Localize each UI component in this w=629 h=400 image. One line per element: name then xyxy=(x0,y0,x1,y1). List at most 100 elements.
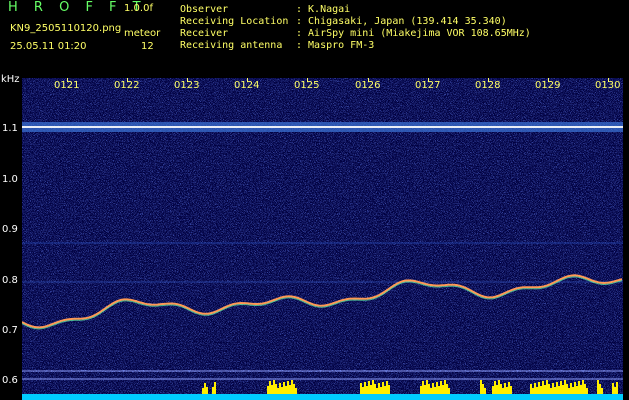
activity-bar xyxy=(269,381,271,394)
activity-bar xyxy=(570,383,572,394)
activity-bar xyxy=(287,381,289,394)
activity-bar xyxy=(271,385,273,394)
activity-bar xyxy=(536,387,538,394)
activity-bar xyxy=(500,384,502,394)
activity-bar xyxy=(498,380,500,394)
activity-bar xyxy=(532,388,534,394)
activity-bar xyxy=(388,385,390,394)
activity-bar xyxy=(422,381,424,394)
activity-bar xyxy=(580,385,582,394)
y-tick-label: 0.7 xyxy=(2,325,18,336)
activity-bar xyxy=(496,385,498,394)
activity-bar xyxy=(566,384,568,394)
time-tick-mark xyxy=(548,78,549,82)
activity-bar xyxy=(552,383,554,394)
time-tick-mark xyxy=(307,78,308,82)
activity-bar xyxy=(295,388,297,394)
activity-bar xyxy=(482,384,484,394)
activity-bar xyxy=(578,381,580,394)
activity-bar xyxy=(494,381,496,394)
activity-bar xyxy=(202,388,204,394)
activity-bar xyxy=(560,381,562,394)
time-tick-mark xyxy=(428,78,429,82)
activity-bar xyxy=(374,384,376,394)
spectrogram-plot xyxy=(22,78,623,400)
filename-label: KN9_2505110120.png xyxy=(10,23,122,34)
activity-bar xyxy=(442,385,444,394)
activity-bar xyxy=(438,386,440,394)
activity-bar xyxy=(504,383,506,394)
activity-bar xyxy=(564,380,566,394)
activity-bar xyxy=(420,386,422,394)
activity-bar xyxy=(440,381,442,394)
activity-bar xyxy=(293,384,295,394)
activity-bar xyxy=(289,385,291,394)
activity-bar xyxy=(562,385,564,394)
activity-bar xyxy=(277,388,279,394)
activity-bar xyxy=(360,383,362,394)
activity-bar xyxy=(542,381,544,394)
activity-bar xyxy=(291,380,293,394)
y-tick-label: 0.9 xyxy=(2,224,18,235)
activity-bar xyxy=(380,387,382,394)
activity-bar xyxy=(506,387,508,394)
location-label: Receiving Location xyxy=(180,16,289,27)
activity-bar xyxy=(502,388,504,394)
activity-bar xyxy=(432,383,434,394)
activity-bar xyxy=(548,384,550,394)
time-tick-mark xyxy=(368,78,369,82)
activity-bar xyxy=(436,382,438,394)
activity-bar xyxy=(428,384,430,394)
activity-bar xyxy=(376,388,378,394)
header-panel: H R O F F T 1.0.0f KN9_2505110120.png 25… xyxy=(0,0,629,72)
time-tick-mark xyxy=(247,78,248,82)
activity-bar xyxy=(614,387,616,394)
activity-bar xyxy=(426,380,428,394)
activity-bar xyxy=(444,380,446,394)
activity-bar xyxy=(484,388,486,394)
time-tick-mark xyxy=(127,78,128,82)
activity-bar xyxy=(556,382,558,394)
activity-bar xyxy=(430,388,432,394)
activity-bar xyxy=(273,380,275,394)
activity-bar xyxy=(568,388,570,394)
activity-bar xyxy=(584,384,586,394)
meteor-count: 12 xyxy=(141,41,154,52)
activity-bar xyxy=(370,385,372,394)
activity-bar xyxy=(546,380,548,394)
activity-bar xyxy=(574,382,576,394)
activity-bar xyxy=(612,383,614,394)
activity-bar xyxy=(378,383,380,394)
activity-bar xyxy=(279,383,281,394)
receiver-value: : AirSpy mini (Miakejima VOR 108.65MHz) xyxy=(296,28,531,39)
time-tick-mark xyxy=(488,78,489,82)
activity-bar xyxy=(362,387,364,394)
baseline-bar xyxy=(22,394,623,400)
activity-bar xyxy=(616,382,618,394)
activity-bar xyxy=(538,382,540,394)
activity-bar xyxy=(204,383,206,394)
activity-bar xyxy=(601,388,603,394)
time-tick-mark xyxy=(187,78,188,82)
y-tick-label: 1.0 xyxy=(2,174,18,185)
activity-bar xyxy=(214,382,216,394)
activity-bar xyxy=(382,382,384,394)
activity-bar xyxy=(599,384,601,394)
activity-bar xyxy=(281,387,283,394)
activity-bar xyxy=(540,386,542,394)
activity-bar xyxy=(448,388,450,394)
activity-bar xyxy=(267,386,269,394)
activity-bar xyxy=(492,386,494,394)
activity-bar xyxy=(554,387,556,394)
activity-bar xyxy=(597,380,599,394)
time-tick-mark xyxy=(608,78,609,82)
activity-bar xyxy=(558,386,560,394)
activity-bar xyxy=(384,386,386,394)
activity-bar xyxy=(480,380,482,394)
activity-bar xyxy=(576,386,578,394)
activity-bar xyxy=(530,384,532,394)
y-tick-label: 0.6 xyxy=(2,375,18,386)
activity-bar xyxy=(372,380,374,394)
antenna-value: : Maspro FM-3 xyxy=(296,40,375,51)
y-axis-unit: kHz xyxy=(1,74,20,85)
